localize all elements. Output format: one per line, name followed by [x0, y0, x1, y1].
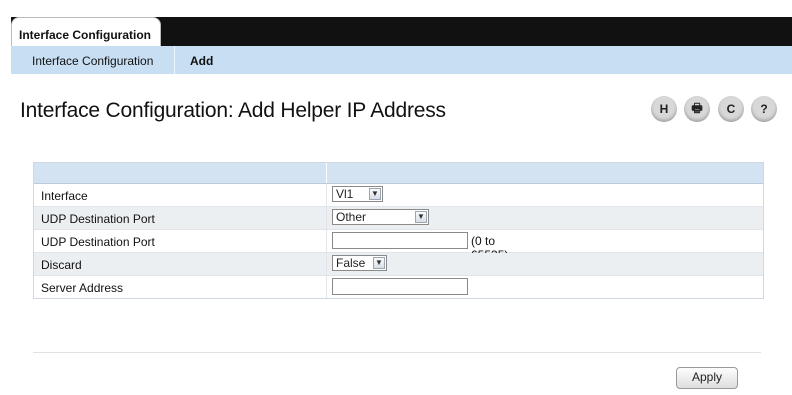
- subnav-item-interface-configuration[interactable]: Interface Configuration: [32, 54, 153, 68]
- udp-port-label: UDP Destination Port: [41, 212, 155, 226]
- discard-select[interactable]: False ▼: [332, 255, 387, 271]
- chevron-down-icon[interactable]: ▼: [373, 257, 385, 269]
- interface-label: Interface: [41, 189, 88, 203]
- refresh-icon[interactable]: C: [718, 96, 744, 122]
- udp-port-input[interactable]: [332, 232, 468, 249]
- apply-button[interactable]: Apply: [676, 367, 738, 389]
- help-icon[interactable]: ?: [751, 96, 777, 122]
- form-row-server-address: Server Address: [34, 276, 763, 298]
- chevron-down-icon[interactable]: ▼: [369, 188, 381, 200]
- form-header: [34, 163, 763, 184]
- server-address-label: Server Address: [41, 281, 124, 295]
- sub-navigation: Interface Configuration Add: [11, 46, 792, 74]
- page-title: Interface Configuration: Add Helper IP A…: [20, 99, 446, 122]
- save-icon[interactable]: H: [651, 96, 677, 122]
- print-icon[interactable]: 🖶: [684, 96, 710, 122]
- interface-select[interactable]: Vl1 ▼: [332, 186, 383, 202]
- form-row-udp-destination-port-input: UDP Destination Port (0 to 65535): [34, 230, 763, 262]
- discard-label: Discard: [41, 258, 82, 272]
- form-row-discard: Discard False ▼: [34, 253, 763, 276]
- tab-interface-configuration[interactable]: Interface Configuration: [11, 17, 161, 46]
- udp-port-number-label: UDP Destination Port: [41, 235, 155, 249]
- form-row-udp-destination-port-select: UDP Destination Port Other ▼: [34, 207, 763, 230]
- server-address-input[interactable]: [332, 278, 468, 295]
- udp-port-select[interactable]: Other ▼: [332, 209, 429, 225]
- subnav-separator: [174, 46, 175, 74]
- divider: [33, 352, 761, 353]
- chevron-down-icon[interactable]: ▼: [415, 211, 427, 223]
- form-row-interface: Interface Vl1 ▼: [34, 184, 763, 207]
- helper-ip-form: Interface Vl1 ▼ UDP Destination Port Oth…: [33, 162, 764, 299]
- subnav-item-add[interactable]: Add: [190, 54, 213, 68]
